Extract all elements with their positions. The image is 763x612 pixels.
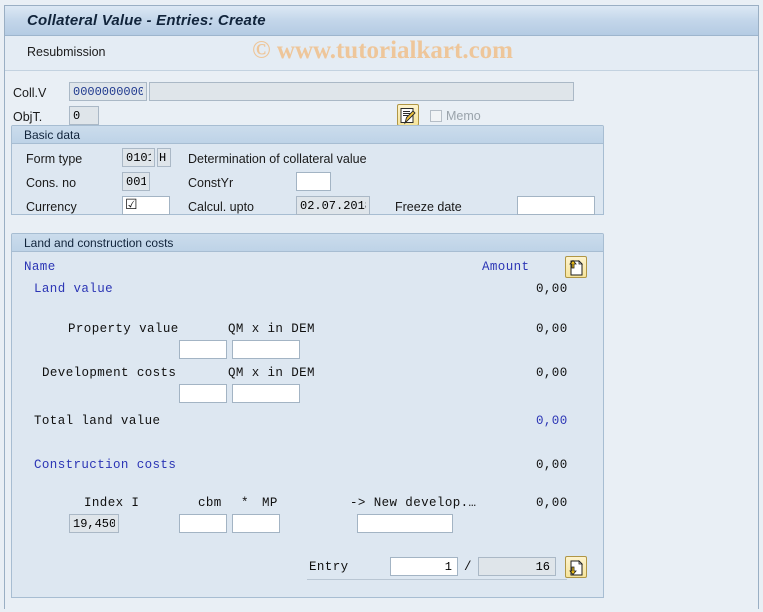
- collv-input[interactable]: [69, 82, 147, 101]
- development-qm-input[interactable]: [179, 384, 227, 403]
- objt-label: ObjT.: [13, 110, 43, 124]
- development-rate-input[interactable]: [232, 384, 300, 403]
- basic-data-group-title: Basic data: [24, 128, 81, 142]
- calcul-upto-label: Calcul. upto: [188, 200, 255, 214]
- page-up-icon[interactable]: [565, 256, 587, 278]
- note-pencil-icon-glyph: [400, 107, 416, 125]
- entry-separator: /: [464, 560, 472, 574]
- collv-description-input[interactable]: [149, 82, 574, 101]
- entry-label: Entry: [309, 560, 349, 574]
- form-content: Coll.V ObjT. Memo Basic data: [5, 71, 758, 609]
- form-type-input[interactable]: [122, 148, 155, 167]
- cons-no-input[interactable]: [122, 172, 150, 191]
- property-qm-input[interactable]: [179, 340, 227, 359]
- row-development-costs-amount: 0,00: [536, 366, 568, 380]
- mp-input[interactable]: [232, 514, 280, 533]
- row-index-label: Index I: [84, 496, 140, 510]
- basic-data-group: Basic data Form type Determination of co…: [11, 125, 604, 215]
- basic-data-group-body: Form type Determination of collateral va…: [12, 144, 603, 215]
- star-label: *: [241, 496, 249, 510]
- page-down-icon[interactable]: [565, 556, 587, 578]
- basic-data-group-header: Basic data: [12, 126, 603, 144]
- page-down-icon-glyph: [569, 559, 583, 575]
- row-construction-costs-label: Construction costs: [34, 458, 177, 472]
- menu-item-resubmission[interactable]: Resubmission: [27, 45, 106, 59]
- row-land-value-label: Land value: [34, 282, 114, 296]
- row-construction-costs-amount: 0,00: [536, 458, 568, 472]
- const-yr-label: ConstYr: [188, 176, 234, 190]
- page-title: Collateral Value - Entries: Create: [27, 12, 266, 29]
- property-rate-input[interactable]: [232, 340, 300, 359]
- new-develop-input[interactable]: [357, 514, 453, 533]
- cbm-input[interactable]: [179, 514, 227, 533]
- row-total-land-value-amount: 0,00: [536, 414, 568, 428]
- column-header-name: Name: [24, 260, 56, 274]
- memo-checkbox-box[interactable]: [430, 110, 442, 122]
- column-header-amount: Amount: [482, 260, 530, 274]
- entry-current-input[interactable]: [390, 557, 458, 576]
- mp-label: MP: [262, 496, 278, 510]
- row-total-land-value-label: Total land value: [34, 414, 161, 428]
- collv-label: Coll.V: [13, 86, 47, 100]
- row-land-value-amount: 0,00: [536, 282, 568, 296]
- form-type-suffix-input[interactable]: [157, 148, 171, 167]
- cbm-label: cbm: [198, 496, 222, 510]
- freeze-date-label: Freeze date: [395, 200, 462, 214]
- objt-input[interactable]: [69, 106, 99, 125]
- title-bar: Collateral Value - Entries: Create: [5, 6, 758, 36]
- menu-bar: Resubmission: [5, 36, 758, 71]
- row-property-value-label: Property value: [68, 322, 179, 336]
- currency-label: Currency: [26, 200, 77, 214]
- memo-checkbox-label: Memo: [446, 109, 481, 123]
- note-pencil-icon[interactable]: [397, 104, 419, 126]
- entry-total-input[interactable]: [478, 557, 556, 576]
- row-index-amount: 0,00: [536, 496, 568, 510]
- memo-checkbox[interactable]: Memo: [430, 109, 481, 123]
- cons-no-label: Cons. no: [26, 176, 77, 190]
- row-property-value-units: QM x in DEM: [228, 322, 315, 336]
- page-up-icon-glyph: [569, 259, 583, 275]
- form-type-label: Form type: [26, 152, 83, 166]
- sap-window: Collateral Value - Entries: Create Resub…: [0, 0, 763, 612]
- calcul-upto-input[interactable]: [296, 196, 370, 215]
- index-value-input[interactable]: [69, 514, 119, 533]
- form-type-description: Determination of collateral value: [188, 152, 367, 166]
- row-development-costs-units: QM x in DEM: [228, 366, 315, 380]
- row-property-value-amount: 0,00: [536, 322, 568, 336]
- land-costs-group-title: Land and construction costs: [24, 236, 174, 250]
- land-costs-group-header: Land and construction costs: [12, 234, 603, 252]
- land-costs-group: Land and construction costs Name Amount …: [11, 233, 604, 598]
- new-develop-label: -> New develop.…: [350, 496, 477, 510]
- const-yr-input[interactable]: [296, 172, 331, 191]
- land-costs-group-body: Name Amount Land value 0,00 Property val…: [12, 252, 603, 597]
- entry-underline: [307, 579, 567, 580]
- freeze-date-input[interactable]: [517, 196, 595, 215]
- row-development-costs-label: Development costs: [42, 366, 177, 380]
- currency-check-icon: ☑: [125, 197, 138, 213]
